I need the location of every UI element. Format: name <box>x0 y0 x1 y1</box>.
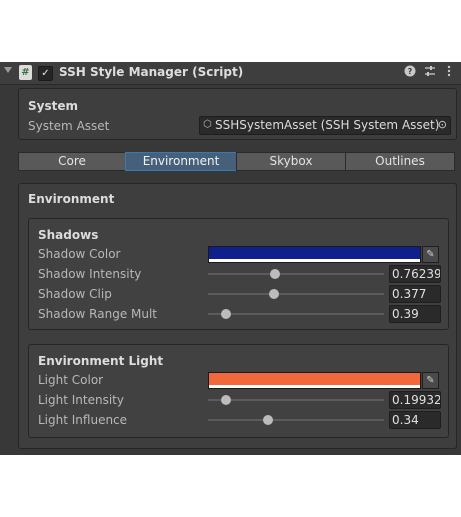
system-asset-label: System Asset <box>28 119 110 133</box>
light-influence-input[interactable]: 0.34 <box>389 411 441 429</box>
light-intensity-knob[interactable] <box>220 395 231 405</box>
shadow-intensity-slider[interactable] <box>208 273 384 275</box>
light-intensity-slider[interactable] <box>208 399 384 401</box>
object-picker-icon[interactable]: ⊙ <box>438 118 447 131</box>
shadow-range-mult-label: Shadow Range Mult <box>38 307 158 321</box>
system-asset-value: SSHSystemAsset (SSH System Asset) <box>215 118 440 132</box>
light-color-field[interactable] <box>208 372 421 389</box>
foldout-arrow-icon[interactable] <box>4 67 12 73</box>
shadow-color-swatch <box>209 247 420 259</box>
shadow-intensity-input[interactable]: 0.76239 <box>389 265 441 283</box>
shadow-range-mult-slider[interactable] <box>208 313 384 315</box>
environment-section-title: Environment <box>28 192 115 206</box>
shadow-intensity-label: Shadow Intensity <box>38 267 142 281</box>
tab-core[interactable]: Core <box>18 152 126 171</box>
script-icon: # <box>19 65 32 80</box>
environment-light-title: Environment Light <box>38 354 164 368</box>
tab-environment[interactable]: Environment <box>125 152 237 171</box>
shadow-clip-input[interactable]: 0.377 <box>389 285 441 303</box>
light-color-swatch <box>209 373 420 385</box>
shadow-alpha-bar <box>209 259 420 262</box>
shadow-clip-slider[interactable] <box>208 293 384 295</box>
component-header[interactable]: # ✓ SSH Style Manager (Script) ? <box>0 62 461 85</box>
component-title: SSH Style Manager (Script) <box>59 65 244 79</box>
help-icon[interactable]: ? <box>403 65 417 79</box>
shadows-title: Shadows <box>38 228 99 242</box>
light-color-label: Light Color <box>38 373 104 387</box>
shadow-range-mult-input[interactable]: 0.39 <box>389 305 441 323</box>
light-alpha-bar <box>209 385 420 388</box>
tab-bar: Core Environment Skybox Outlines <box>18 152 455 171</box>
light-influence-slider[interactable] <box>208 419 384 421</box>
light-intensity-label: Light Intensity <box>38 393 124 407</box>
light-intensity-input[interactable]: 0.19932 <box>389 391 441 409</box>
eyedropper-icon[interactable]: ✎ <box>422 372 439 389</box>
tab-outlines[interactable]: Outlines <box>345 152 455 171</box>
shadow-clip-label: Shadow Clip <box>38 287 112 301</box>
tab-skybox[interactable]: Skybox <box>236 152 346 171</box>
system-section: System System Asset ⬡ SSHSystemAsset (SS… <box>18 88 457 140</box>
enabled-checkbox[interactable]: ✓ <box>38 66 53 81</box>
shadow-color-label: Shadow Color <box>38 247 121 261</box>
light-influence-label: Light Influence <box>38 413 128 427</box>
light-influence-knob[interactable] <box>262 415 273 425</box>
system-asset-field[interactable]: ⬡ SSHSystemAsset (SSH System Asset) ⊙ <box>199 116 451 135</box>
eyedropper-icon[interactable]: ✎ <box>422 246 439 263</box>
more-icon[interactable] <box>442 65 456 79</box>
presets-icon[interactable] <box>423 65 437 79</box>
svg-text:?: ? <box>408 67 413 76</box>
inspector-panel: # ✓ SSH Style Manager (Script) ? System … <box>0 62 461 455</box>
shadow-range-mult-knob[interactable] <box>220 309 231 319</box>
shadow-intensity-knob[interactable] <box>269 269 280 279</box>
shadow-color-field[interactable] <box>208 246 421 263</box>
system-section-title: System <box>28 99 78 113</box>
asset-icon: ⬡ <box>203 119 212 130</box>
